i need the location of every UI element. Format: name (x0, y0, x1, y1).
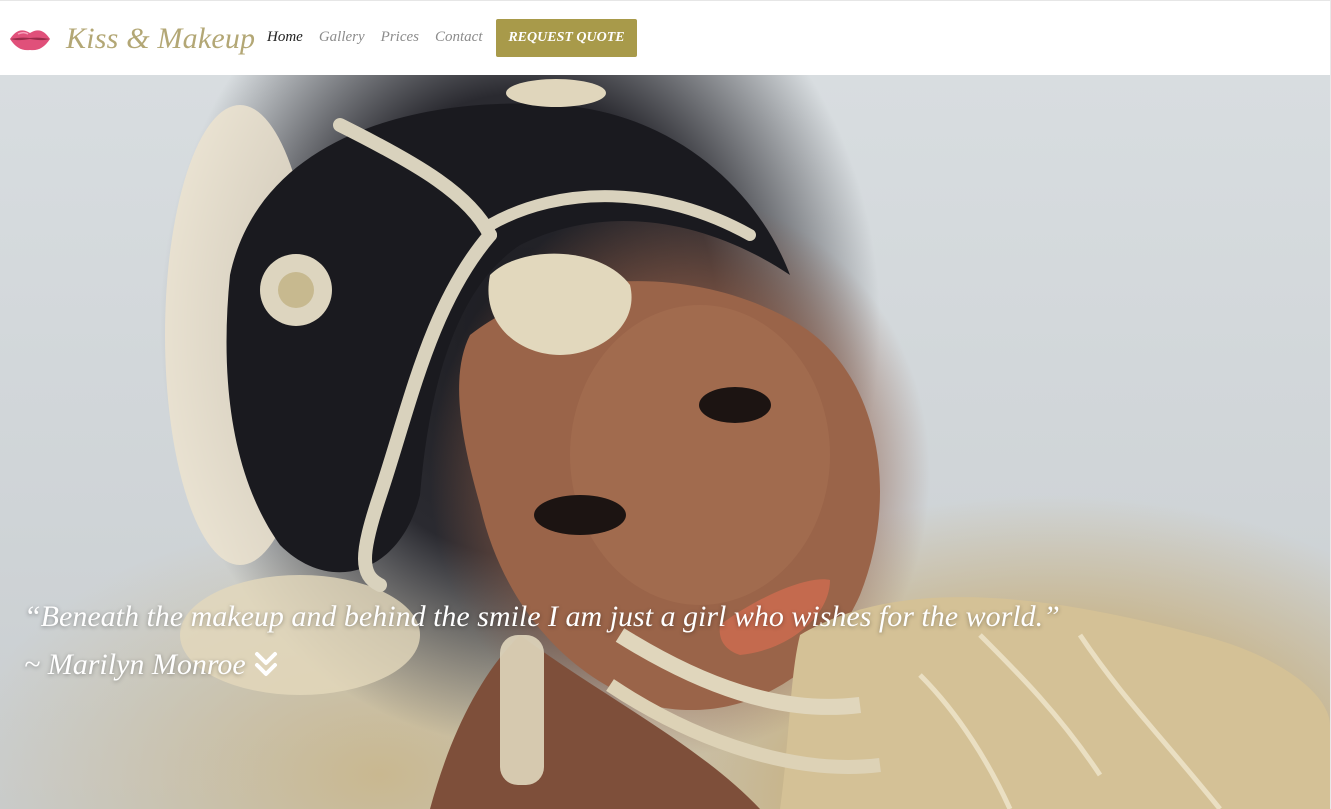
double-chevron-down-icon[interactable] (254, 651, 278, 679)
hero-photo (165, 79, 1330, 809)
nav-home[interactable]: Home (267, 29, 303, 46)
hero-author-line: ~ Marilyn Monroe (24, 648, 278, 682)
lips-icon (10, 30, 50, 51)
site-header: Kiss & Makeup Home Gallery Prices Contac… (0, 0, 1331, 75)
nav-contact[interactable]: Contact (435, 29, 483, 46)
hero-quote: “Beneath the makeup and behind the smile… (24, 600, 1060, 633)
nav-prices[interactable]: Prices (381, 29, 419, 46)
hero-author: ~ Marilyn Monroe (24, 648, 246, 681)
main-nav: Home Gallery Prices Contact (267, 29, 482, 46)
hero-section: “Beneath the makeup and behind the smile… (0, 75, 1330, 809)
brand-name: Kiss & Makeup (66, 22, 256, 55)
logo-link[interactable]: Kiss & Makeup (8, 19, 255, 59)
request-quote-button[interactable]: Request Quote (496, 19, 637, 57)
nav-gallery[interactable]: Gallery (319, 29, 365, 46)
